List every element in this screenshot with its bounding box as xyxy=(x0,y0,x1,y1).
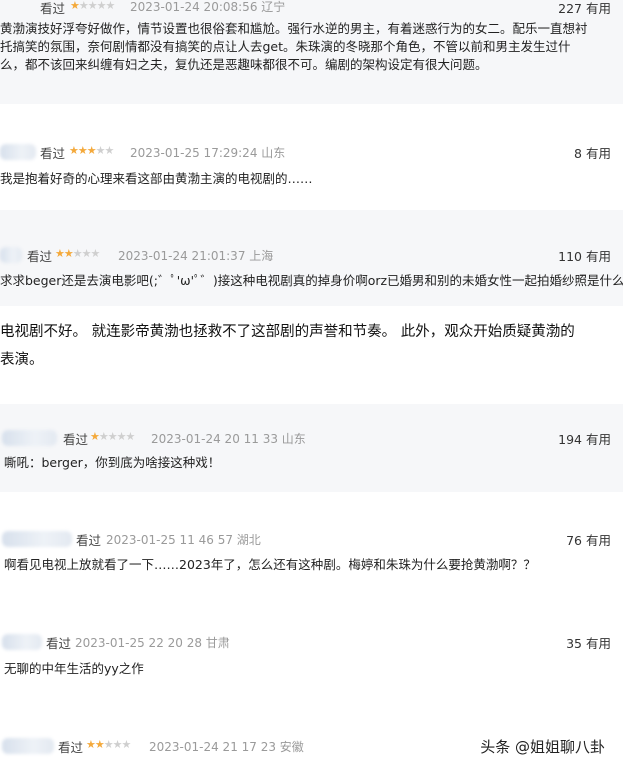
useful-button[interactable]: 194 有用 xyxy=(558,429,611,448)
watched-label: 看过 xyxy=(40,146,66,161)
star-empty-icon: ★ xyxy=(103,738,114,751)
star-empty-icon: ★ xyxy=(105,0,116,12)
useful-count: 76 xyxy=(566,533,582,548)
star-empty-icon: ★ xyxy=(116,430,127,443)
review-text: 嘶吼：berger，你到底为啥接这种戏！ xyxy=(4,455,221,470)
star-empty-icon: ★ xyxy=(121,738,132,751)
star-empty-icon: ★ xyxy=(104,144,115,157)
star-filled-icon: ★ xyxy=(63,247,74,260)
star-empty-icon: ★ xyxy=(81,247,92,260)
username-blurred xyxy=(0,247,22,263)
useful-label: 有用 xyxy=(585,249,611,264)
useful-label: 有用 xyxy=(585,432,611,447)
useful-button[interactable]: 8 有用 xyxy=(574,143,611,162)
star-empty-icon: ★ xyxy=(95,144,106,157)
review-card: 看过 2023-01-25 11 46 57 湖北 76 有用 啊看见电视上放就看… xyxy=(0,492,623,604)
useful-count: 194 xyxy=(558,432,582,447)
useful-count: 227 xyxy=(558,1,582,16)
username-blurred xyxy=(2,531,72,547)
username-blurred xyxy=(2,634,42,650)
watched-label: 看过 xyxy=(40,1,66,16)
useful-label: 有用 xyxy=(585,533,611,548)
watched-label: 看过 xyxy=(46,636,72,651)
review-card: 看过 ★★★★★ 2023-01-24 20 11 33 山东 194 有用 嘶吼… xyxy=(0,404,623,492)
star-rating: ★★★★★ xyxy=(70,0,116,12)
review-text: 求求beger还是去演电影吧(;゛ﾟ'ω'ﾟ゛)接这种电视剧真的掉身价啊orz已… xyxy=(0,273,623,288)
useful-label: 有用 xyxy=(585,1,611,16)
star-filled-icon: ★ xyxy=(86,144,97,157)
star-empty-icon: ★ xyxy=(98,430,109,443)
useful-label: 有用 xyxy=(585,636,611,651)
watched-label: 看过 xyxy=(76,533,102,548)
useful-button[interactable]: 76 有用 xyxy=(566,530,611,549)
useful-count: 8 xyxy=(574,146,582,161)
star-filled-icon: ★ xyxy=(55,247,65,260)
star-empty-icon: ★ xyxy=(90,247,101,260)
useful-label: 有用 xyxy=(585,146,611,161)
review-date: 2023-01-24 21 17 23 安徽 xyxy=(149,740,304,754)
star-filled-icon: ★ xyxy=(90,430,100,443)
star-filled-icon: ★ xyxy=(86,738,96,751)
review-text: 啊看见电视上放就看了一下……2023年了，怎么还有这种剧。梅婷和朱珠为什么要抢黄… xyxy=(4,557,536,572)
review-text: 无聊的中年生活的yy之作 xyxy=(4,661,144,676)
review-date: 2023-01-25 11 46 57 湖北 xyxy=(106,533,261,547)
watermark: 头条 @姐姐聊八卦 xyxy=(476,734,609,759)
review-card: 看过 ★★★★★ 2023-01-25 17:29:24 山东 8 有用 我是抱着… xyxy=(0,104,623,210)
username-blurred xyxy=(2,430,57,446)
username-blurred xyxy=(2,738,54,754)
review-date: 2023-01-24 21:01:37 上海 xyxy=(118,249,274,263)
useful-button[interactable]: 35 有用 xyxy=(566,633,611,652)
star-rating: ★★★★★ xyxy=(86,738,132,751)
review-card: 看过 2023-01-25 22 20 28 甘肃 35 有用 无聊的中年生活的y… xyxy=(0,604,623,708)
star-empty-icon: ★ xyxy=(87,0,98,12)
review-card: 看过 ★★★★★ 2023-01-24 21:01:37 上海 110 有用 求求… xyxy=(0,210,623,306)
star-rating: ★★★★★ xyxy=(69,144,115,157)
useful-count: 110 xyxy=(558,249,582,264)
star-empty-icon: ★ xyxy=(96,0,107,12)
star-empty-icon: ★ xyxy=(78,0,89,12)
watched-label: 看过 xyxy=(27,249,53,264)
star-empty-icon: ★ xyxy=(72,247,83,260)
review-date: 2023-01-25 17:29:24 山东 xyxy=(130,146,286,160)
star-filled-icon: ★ xyxy=(70,0,80,12)
star-empty-icon: ★ xyxy=(107,430,118,443)
star-filled-icon: ★ xyxy=(77,144,88,157)
review-text: 黄渤演技好浮夸好做作，情节设置也很俗套和尴尬。强行水逆的男主，有着迷惑行为的女二… xyxy=(0,21,588,72)
star-rating: ★★★★★ xyxy=(55,247,101,260)
useful-button[interactable]: 227 有用 xyxy=(558,0,611,17)
review-date: 2023-01-24 20 11 33 山东 xyxy=(151,432,306,446)
star-filled-icon: ★ xyxy=(94,738,105,751)
review-card: 看过 ★★★★★ 2023-01-24 20:08:56 辽宁 227 有用 黄渤… xyxy=(0,0,623,104)
useful-count: 35 xyxy=(566,636,582,651)
watched-label: 看过 xyxy=(63,432,89,447)
article-paragraph: 电视剧不好。 就连影帝黄渤也拯救不了这部剧的声誉和节奏。 此外，观众开始质疑黄渤… xyxy=(0,324,575,368)
watched-label: 看过 xyxy=(58,740,84,755)
useful-button[interactable]: 110 有用 xyxy=(558,246,611,265)
review-date: 2023-01-25 22 20 28 甘肃 xyxy=(75,636,230,650)
username-blurred xyxy=(0,144,36,160)
star-filled-icon: ★ xyxy=(69,144,79,157)
star-empty-icon: ★ xyxy=(125,430,136,443)
review-date: 2023-01-24 20:08:56 辽宁 xyxy=(130,0,286,14)
review-text: 我是抱着好奇的心理来看这部由黄渤主演的电视剧的…… xyxy=(0,171,313,186)
star-rating: ★★★★★ xyxy=(90,430,136,443)
star-empty-icon: ★ xyxy=(112,738,123,751)
